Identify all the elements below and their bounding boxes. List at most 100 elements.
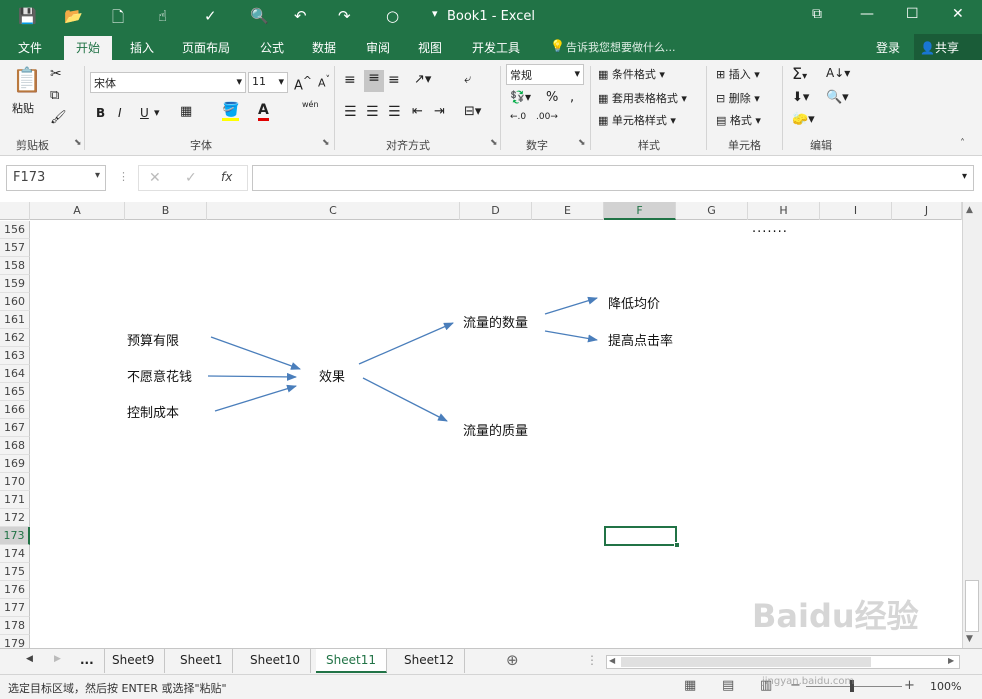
close-icon[interactable]: ✕ <box>952 6 964 22</box>
italic-button[interactable]: I <box>118 106 122 120</box>
more-sheets-button[interactable]: ... <box>70 649 105 673</box>
font-name-select[interactable]: 宋体 ▾ <box>90 72 246 93</box>
align-right-icon[interactable]: ☰ <box>388 104 401 120</box>
chevron-down-icon[interactable]: ▾ <box>154 106 160 119</box>
decrease-decimal-icon[interactable]: .00→ <box>536 112 558 122</box>
tab-review[interactable]: 审阅 <box>366 39 390 56</box>
alignment-launcher-icon[interactable]: ⬊ <box>490 138 498 148</box>
column-header-b[interactable]: B <box>125 202 207 220</box>
splitter-icon[interactable]: ⋮ <box>586 653 598 667</box>
prev-sheet-icon[interactable]: ◀ <box>26 654 33 664</box>
tab-insert[interactable]: 插入 <box>130 39 154 56</box>
column-header-j[interactable]: J <box>892 202 962 220</box>
zoom-in-icon[interactable]: + <box>904 678 915 693</box>
autosum-icon[interactable]: Σ▾ <box>792 64 807 83</box>
orientation-icon[interactable]: ↗▾ <box>414 72 431 87</box>
align-bottom-icon[interactable]: ≡ <box>388 72 400 88</box>
ribbon-display-icon[interactable]: ⧉ <box>812 6 822 22</box>
normal-view-icon[interactable]: ▦ <box>684 678 696 693</box>
merge-center-icon[interactable]: ⊟▾ <box>464 104 481 119</box>
fx-icon[interactable]: fx <box>221 170 232 184</box>
number-launcher-icon[interactable]: ⬊ <box>578 138 586 148</box>
page-layout-view-icon[interactable]: ▤ <box>722 678 734 693</box>
share-button[interactable]: 👤共享 <box>914 34 982 60</box>
find-select-icon[interactable]: 🔍▾ <box>826 90 849 105</box>
column-header-g[interactable]: G <box>676 202 748 220</box>
sheet-tab-sheet10[interactable]: Sheet10 <box>240 649 311 673</box>
fill-icon[interactable]: ⬇▾ <box>792 90 809 105</box>
scroll-up-icon[interactable]: ▲ <box>966 205 973 215</box>
sheet-tab-sheet1[interactable]: Sheet1 <box>170 649 234 673</box>
column-header-f[interactable]: F <box>604 202 676 220</box>
clear-icon[interactable]: 🧽▾ <box>792 112 815 127</box>
format-painter-icon[interactable]: 🖌 <box>50 110 67 125</box>
tab-page-layout[interactable]: 页面布局 <box>182 39 230 56</box>
clipboard-launcher-icon[interactable]: ⬊ <box>74 138 82 148</box>
maximize-icon[interactable]: ☐ <box>906 6 919 22</box>
column-header-i[interactable]: I <box>820 202 892 220</box>
fill-color-icon[interactable]: 🪣 <box>222 102 240 121</box>
tab-file[interactable]: 文件 <box>18 39 42 56</box>
delete-cells-button[interactable]: ⊟ 删除 ▾ <box>716 90 760 106</box>
tab-formulas[interactable]: 公式 <box>260 39 284 56</box>
sheet-tab-sheet9[interactable]: Sheet9 <box>102 649 166 673</box>
tab-view[interactable]: 视图 <box>418 39 442 56</box>
font-size-select[interactable]: 11 ▾ <box>248 72 288 93</box>
format-cells-button[interactable]: ▤ 格式 ▾ <box>716 112 761 128</box>
tab-home[interactable]: 开始 <box>64 36 113 60</box>
align-center-icon[interactable]: ☰ <box>366 104 379 120</box>
paste-icon[interactable]: 📋 <box>12 66 44 96</box>
column-header-a[interactable]: A <box>30 202 125 220</box>
column-header-e[interactable]: E <box>532 202 604 220</box>
add-sheet-icon[interactable]: ⊕ <box>506 651 519 669</box>
increase-indent-icon[interactable]: ⇥ <box>434 104 445 119</box>
decrease-indent-icon[interactable]: ⇤ <box>412 104 423 119</box>
increase-decimal-icon[interactable]: ←.0 <box>510 112 526 122</box>
cell-style-button[interactable]: ▦ 单元格样式 ▾ <box>598 112 676 128</box>
cut-icon[interactable]: ✂ <box>50 66 62 82</box>
tell-me-box[interactable]: 告诉我您想要做什么... <box>566 39 676 55</box>
next-sheet-icon[interactable]: ▶ <box>54 654 61 664</box>
scroll-thumb[interactable] <box>965 580 979 632</box>
scroll-left-icon[interactable]: ◀ <box>609 656 615 665</box>
enter-icon[interactable]: ✓ <box>185 170 197 186</box>
cancel-icon[interactable]: ✕ <box>149 170 161 186</box>
paste-button[interactable]: 粘贴 <box>12 100 34 116</box>
name-box[interactable]: F173 ▾ <box>6 165 106 191</box>
worksheet-grid[interactable]: 156 157 158 159 160 161 162 163 164 165 166 167 168 1… <box>0 221 962 648</box>
decrease-font-icon[interactable]: A˅ <box>318 74 330 90</box>
bold-button[interactable]: B <box>96 106 105 120</box>
border-icon[interactable]: ▦ <box>180 104 192 119</box>
font-launcher-icon[interactable]: ⬊ <box>322 138 330 148</box>
conditional-format-button[interactable]: ▦ 条件格式 ▾ <box>598 66 665 82</box>
formula-input[interactable] <box>252 165 974 191</box>
align-top-icon[interactable]: ≡ <box>344 72 356 88</box>
tab-developer[interactable]: 开发工具 <box>472 39 520 56</box>
currency-icon[interactable]: 💱▾ <box>510 90 531 104</box>
percent-icon[interactable]: % <box>546 90 558 105</box>
tab-data[interactable]: 数据 <box>312 39 336 56</box>
column-header-h[interactable]: H <box>748 202 820 220</box>
align-left-icon[interactable]: ☰ <box>344 104 357 120</box>
horizontal-scrollbar[interactable]: ◀ ▶ <box>606 655 960 669</box>
sheet-tab-sheet12[interactable]: Sheet12 <box>394 649 465 673</box>
copy-icon[interactable]: ⧉ <box>50 88 59 103</box>
increase-font-icon[interactable]: A^ <box>294 74 312 93</box>
login-link[interactable]: 登录 <box>876 39 900 56</box>
scroll-right-icon[interactable]: ▶ <box>948 656 954 665</box>
sheet-tab-sheet11[interactable]: Sheet11 <box>316 649 387 673</box>
comma-icon[interactable]: , <box>570 90 574 105</box>
scroll-down-icon[interactable]: ▼ <box>966 634 973 644</box>
wrap-text-icon[interactable]: ⤶ <box>464 72 471 87</box>
insert-cells-button[interactable]: ⊞ 插入 ▾ <box>716 66 760 82</box>
font-color-icon[interactable]: A <box>258 102 269 121</box>
number-format-select[interactable]: 常规 ▾ <box>506 64 584 85</box>
column-header-c[interactable]: C <box>207 202 460 220</box>
select-all-corner[interactable] <box>0 202 30 220</box>
column-header-d[interactable]: D <box>460 202 532 220</box>
collapse-ribbon-icon[interactable]: ˄ <box>960 138 965 149</box>
sort-filter-icon[interactable]: A↓▾ <box>826 66 850 80</box>
table-format-button[interactable]: ▦ 套用表格格式 ▾ <box>598 90 687 106</box>
underline-button[interactable]: U <box>140 106 149 120</box>
vertical-scrollbar[interactable]: ▲ ▼ <box>962 202 982 648</box>
